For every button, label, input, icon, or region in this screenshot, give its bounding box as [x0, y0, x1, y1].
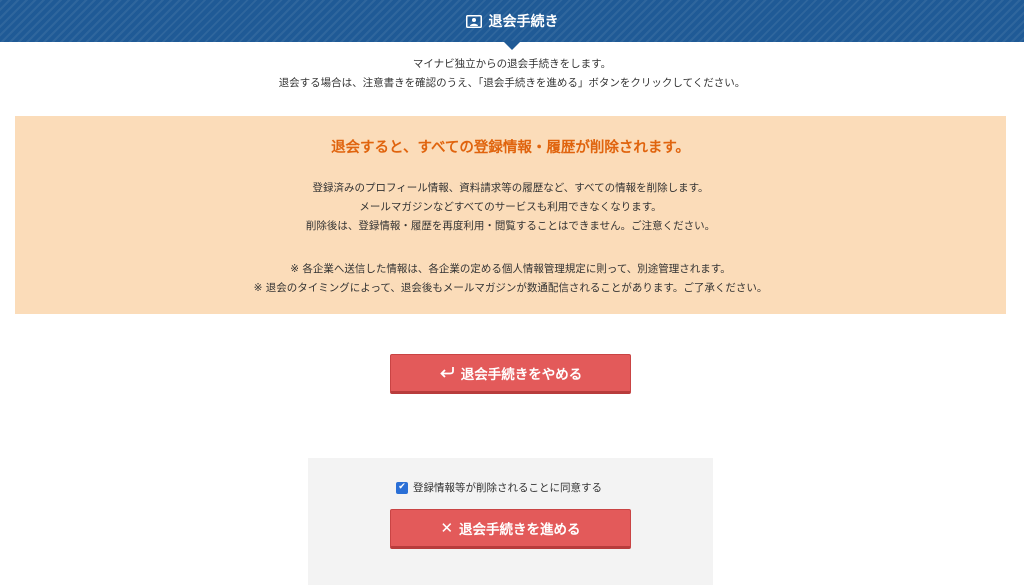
id-card-icon — [465, 14, 482, 28]
withdrawal-page: 退会手続き マイナビ独立からの退会手続きをします。 退会する場合は、注意書きを確… — [0, 0, 1024, 585]
warning-body-line: 登録済みのプロフィール情報、資料請求等の履歴など、すべての情報を削除します。 — [312, 182, 709, 194]
warning-note: ※ 退会のタイミングによって、退会後もメールマガジンが数通配信されることがありま… — [253, 282, 768, 294]
warning-title: 退会すると、すべての登録情報・履歴が削除されます。 — [331, 140, 690, 156]
page-title: 退会手続き — [488, 14, 559, 30]
proceed-withdrawal-label: 退会手続きを進める — [459, 522, 581, 538]
cancel-withdrawal-button[interactable]: 退会手続きをやめる — [390, 354, 631, 394]
proceed-withdrawal-button[interactable]: ✕ 退会手続きを進める — [390, 509, 631, 549]
agreement-checkbox[interactable]: ✔ — [396, 481, 408, 494]
header-title-wrap: 退会手続き — [465, 11, 559, 31]
cancel-withdrawal-label: 退会手続きをやめる — [460, 367, 583, 383]
return-arrow-icon — [439, 366, 455, 381]
intro-line-2: 退会する場合は、注意書きを確認のうえ、「退会手続きを進める」ボタンをクリックして… — [278, 77, 746, 89]
warning-notes: ※ 各企業へ送信した情報は、各企業の定める個人情報管理規定に則って、別途管理され… — [15, 260, 1006, 298]
warning-body: 登録済みのプロフィール情報、資料請求等の履歴など、すべての情報を削除します。 メ… — [15, 179, 1006, 236]
intro-line-1: マイナビ独立からの退会手続きをします。 — [412, 58, 612, 70]
agreement-checkbox-row[interactable]: ✔ 登録情報等が削除されることに同意する — [396, 480, 602, 495]
intro-text: マイナビ独立からの退会手続きをします。 退会する場合は、注意書きを確認のうえ、「… — [0, 55, 1024, 93]
agreement-label: 登録情報等が削除されることに同意する — [413, 482, 602, 494]
page-header: 退会手続き — [0, 0, 1024, 42]
warning-note: ※ 各企業へ送信した情報は、各企業の定める個人情報管理規定に則って、別途管理され… — [290, 263, 731, 275]
close-icon: ✕ — [440, 518, 454, 537]
warning-box: 退会すると、すべての登録情報・履歴が削除されます。 登録済みのプロフィール情報、… — [15, 116, 1006, 314]
warning-body-line: 削除後は、登録情報・履歴を再度利用・閲覧することはできません。ご注意ください。 — [305, 220, 716, 232]
warning-body-line: メールマガジンなどすべてのサービスも利用できなくなります。 — [359, 201, 662, 213]
header-pointer — [503, 41, 521, 50]
